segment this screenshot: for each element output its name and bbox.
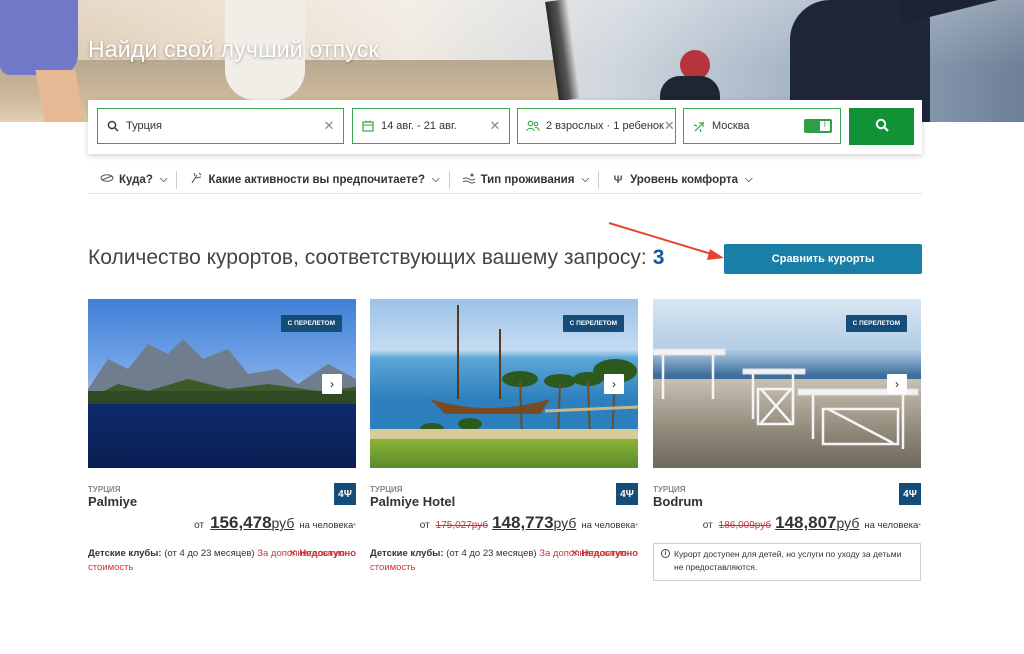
search-panel: Турция ✕ 14 авг. - 21 авг. ✕ 2 взрослых … (88, 100, 922, 154)
origin-value: Москва (712, 120, 750, 132)
search-button[interactable] (849, 108, 914, 145)
resort-name[interactable]: Bodrum (653, 494, 703, 509)
resort-card[interactable]: С ПЕРЕЛЕТОМ › ТУРЦИЯ Palmiye 4Ψ от 156,4… (88, 299, 356, 589)
compare-resorts-button[interactable]: Сравнить курорты (724, 244, 922, 274)
next-image-button[interactable]: › (322, 374, 342, 394)
price-currency: руб (271, 515, 295, 531)
resort-price: от 186,009руб 148,807 руб на человека * (703, 513, 921, 533)
comfort-rating-badge: 4Ψ (899, 483, 921, 505)
filter-label: Тип проживания (480, 173, 575, 186)
resort-name[interactable]: Palmiye Hotel (370, 494, 455, 509)
next-image-button[interactable]: › (604, 374, 624, 394)
origin-field[interactable]: Москва I (683, 108, 841, 144)
filter-label: Куда? (119, 173, 153, 186)
resort-price: от 156,478 руб на человека * (194, 513, 356, 533)
chevron-down-icon: ⌵ (431, 174, 440, 185)
chevron-right-icon: › (895, 377, 899, 391)
filter-label: Какие активности вы предпочитаете? (208, 173, 425, 186)
destination-value: Турция (126, 120, 162, 132)
price-footnote: * (635, 523, 638, 530)
filter-accommodation[interactable]: Тип проживания ⌵ (448, 170, 599, 189)
kids-club-status: Недоступно (289, 547, 356, 561)
kids-club-age: (от 4 до 23 месяцев) (164, 548, 255, 559)
filter-comfort[interactable]: Ψ Уровень комфорта ⌵ (598, 170, 762, 189)
price-footnote: * (353, 523, 356, 530)
search-icon (875, 118, 889, 135)
resort-card[interactable]: С ПЕРЕЛЕТОМ › ТУРЦИЯ Palmiye Hotel 4Ψ от… (370, 299, 638, 589)
flight-toggle[interactable]: I (804, 119, 832, 133)
price-per: на человека (864, 520, 919, 531)
kids-club-info: Детские клубы: (от 4 до 23 месяцев) За д… (370, 547, 638, 575)
next-image-button[interactable]: › (887, 374, 907, 394)
chevron-right-icon: › (612, 377, 616, 391)
dates-field[interactable]: 14 авг. - 21 авг. ✕ (352, 108, 510, 144)
resort-image[interactable]: С ПЕРЕЛЕТОМ › (370, 299, 638, 468)
calendar-icon (361, 119, 375, 133)
accommodation-icon (462, 173, 476, 187)
hero-title: Найди свой лучший отпуск (88, 36, 379, 62)
guests-value: 2 взрослых · 1 ребенок (546, 120, 664, 132)
price-currency: руб (836, 515, 860, 531)
filter-activities[interactable]: Какие активности вы предпочитаете? ⌵ (176, 170, 448, 189)
clear-guests-icon[interactable]: ✕ (664, 118, 675, 134)
resort-image[interactable]: С ПЕРЕЛЕТОМ › (653, 299, 921, 468)
price-value: 156,478 (210, 513, 272, 532)
activity-icon (189, 172, 203, 187)
search-icon (106, 119, 120, 133)
price-from: от (702, 520, 713, 531)
destination-field[interactable]: Турция ✕ (97, 108, 344, 144)
chevron-down-icon: ⌵ (745, 174, 753, 185)
filter-label: Уровень комфорта (630, 173, 739, 186)
with-flight-badge: С ПЕРЕЛЕТОМ (562, 315, 624, 332)
airplane-icon (692, 119, 706, 133)
kids-club-status: Недоступно (571, 547, 638, 561)
resort-name[interactable]: Palmiye (88, 494, 137, 509)
results-title-text: Количество курортов, соответствующих ваш… (88, 246, 647, 269)
comfort-icon: Ψ (613, 173, 623, 186)
price-from: от (194, 520, 205, 531)
price-from: от (419, 520, 430, 531)
chevron-down-icon: ⌵ (581, 174, 590, 185)
price-per: на человека (299, 520, 354, 531)
globe-icon (100, 173, 114, 186)
resort-country: ТУРЦИЯ (653, 485, 686, 494)
resort-country: ТУРЦИЯ (88, 485, 121, 494)
kids-club-age: (от 4 до 23 месяцев) (446, 548, 537, 559)
resort-price: от 175,027руб 148,773 руб на человека * (420, 513, 638, 533)
price-value: 148,773 (492, 513, 554, 532)
with-flight-badge: С ПЕРЕЛЕТОМ (845, 315, 907, 332)
price-currency: руб (553, 515, 577, 531)
price-value: 148,807 (775, 513, 837, 532)
kids-club-label: Детские клубы: (88, 548, 162, 559)
clear-dates-icon[interactable]: ✕ (487, 118, 503, 134)
filter-destination[interactable]: Куда? ⌵ (88, 171, 176, 189)
with-flight-badge: С ПЕРЕЛЕТОМ (280, 315, 342, 332)
price-footnote: * (918, 523, 921, 530)
comfort-rating-badge: 4Ψ (334, 483, 356, 505)
kids-club-info: Детские клубы: (от 4 до 23 месяцев) За д… (88, 547, 356, 575)
info-icon: i (661, 549, 670, 558)
price-per: на человека (581, 520, 636, 531)
chevron-right-icon: › (330, 377, 334, 391)
kids-notice-text: Курорт доступен для детей, но услуги по … (674, 549, 902, 572)
resort-card[interactable]: С ПЕРЕЛЕТОМ › ТУРЦИЯ Bodrum 4Ψ от 186,00… (653, 299, 921, 589)
price-old: 186,009руб (718, 520, 772, 531)
hero-person-image (0, 0, 78, 75)
dates-value: 14 авг. - 21 авг. (381, 120, 457, 132)
kids-club-label: Детские клубы: (370, 548, 444, 559)
guests-field[interactable]: 2 взрослых · 1 ребенок ✕ (517, 108, 676, 144)
resort-country: ТУРЦИЯ (370, 485, 403, 494)
kids-notice: i Курорт доступен для детей, но услуги п… (653, 543, 921, 581)
results-title: Количество курортов, соответствующих ваш… (88, 246, 664, 270)
chevron-down-icon: ⌵ (159, 174, 168, 185)
annotation-arrow (608, 222, 724, 260)
comfort-rating-badge: 4Ψ (616, 483, 638, 505)
price-old: 175,027руб (435, 520, 489, 531)
filter-bar: Куда? ⌵ Какие активности вы предпочитает… (88, 166, 922, 194)
resort-image[interactable]: С ПЕРЕЛЕТОМ › (88, 299, 356, 468)
people-icon (526, 119, 540, 133)
clear-destination-icon[interactable]: ✕ (321, 118, 337, 134)
